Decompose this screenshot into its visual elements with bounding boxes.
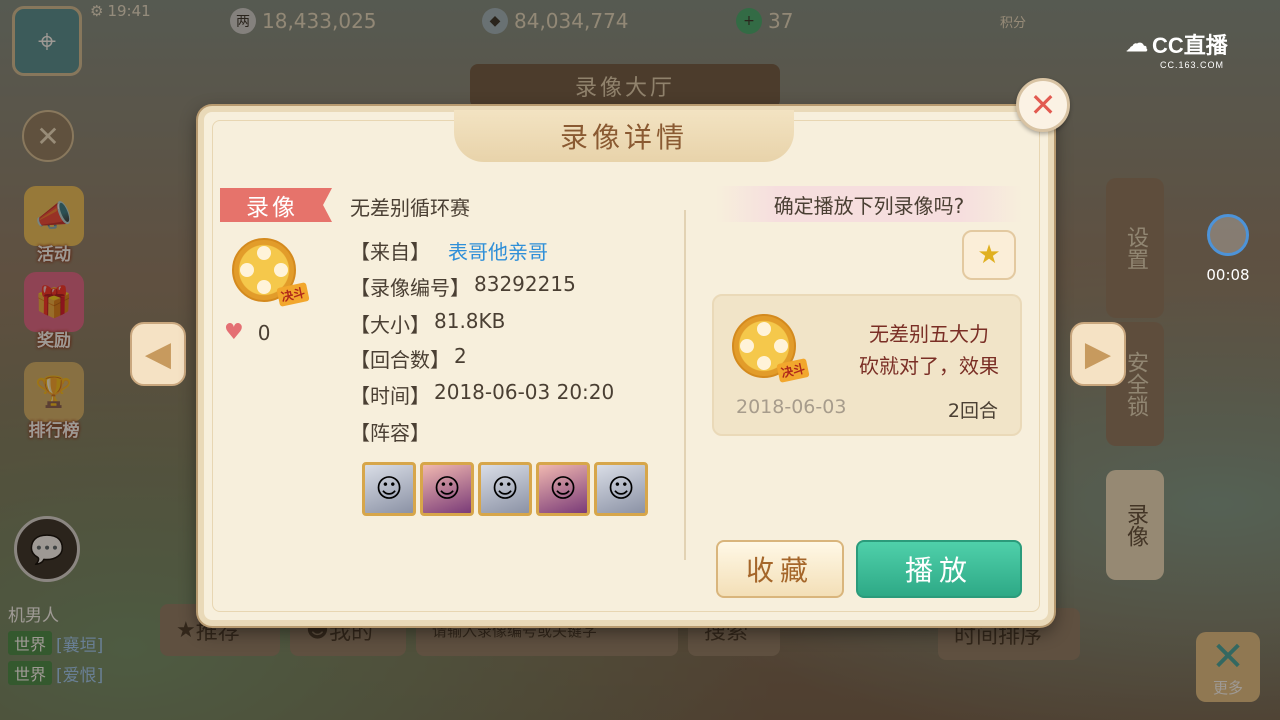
close-button[interactable]: ✕	[1016, 78, 1070, 132]
reel-hole	[274, 263, 288, 277]
confirm-text: 确定播放下列录像吗?	[773, 193, 965, 218]
arrow-right-icon: ▶	[1084, 334, 1112, 374]
id-label: 【录像编号】	[350, 276, 470, 300]
confirm-banner: 确定播放下列录像吗?	[716, 186, 1022, 222]
card-description: 无差别五大力 砍就对了，效果	[844, 318, 1014, 382]
hero-portrait[interactable]: ☺	[420, 462, 474, 516]
reel-hole	[240, 263, 254, 277]
favorite-button[interactable]: 收藏	[716, 540, 844, 598]
dialog-title: 录像详情	[559, 121, 688, 154]
time-label: 【时间】	[350, 384, 430, 408]
info-id: 【录像编号】 83292215	[350, 272, 576, 301]
play-label: 播放	[904, 554, 973, 587]
rounds-value: 2	[454, 344, 467, 368]
uploader-link[interactable]: 表哥他亲哥	[448, 236, 548, 265]
film-reel-icon: 决斗	[732, 310, 810, 386]
play-button[interactable]: 播放	[856, 540, 1022, 598]
lineup-label: 【阵容】	[350, 421, 430, 445]
ribbon-label: 录像	[246, 195, 298, 221]
card-date: 2018-06-03	[736, 396, 847, 418]
prev-arrow-button[interactable]: ◀	[130, 322, 186, 386]
favorite-label: 收藏	[745, 554, 814, 587]
size-label: 【大小】	[350, 313, 430, 337]
reel-hole	[257, 246, 271, 260]
dialog-divider	[684, 210, 686, 560]
watermark-brand: CC直播	[1152, 33, 1228, 58]
info-size: 【大小】 81.8KB	[350, 309, 505, 338]
reel-hole	[774, 339, 788, 353]
reel-hole	[740, 339, 754, 353]
purple-hair-hero-icon: ☺	[433, 474, 461, 504]
star-hand-icon: ★	[977, 240, 1001, 270]
dialog-title-bar: 录像详情	[454, 110, 794, 162]
info-from: 【来自】 表哥他亲哥	[350, 236, 548, 265]
time-value: 2018-06-03 20:20	[434, 380, 615, 404]
like-count: 0	[257, 320, 271, 345]
card-line-2: 砍就对了，效果	[859, 354, 999, 378]
watermark-url: CC.163.COM	[1160, 60, 1225, 70]
record-circle-icon	[1207, 214, 1249, 256]
next-arrow-button[interactable]: ▶	[1070, 322, 1126, 386]
info-lineup: 【阵容】	[350, 417, 430, 446]
hero-portrait[interactable]: ☺	[594, 462, 648, 516]
white-hair-hero-icon: ☺	[491, 474, 519, 504]
hero-portrait[interactable]: ☺	[362, 462, 416, 516]
recording-time: 00:08	[1206, 266, 1250, 284]
heart-icon: ♥	[224, 320, 244, 345]
info-time: 【时间】 2018-06-03 20:20	[350, 380, 614, 409]
lineup-portraits: ☺ ☺ ☺ ☺ ☺	[362, 462, 648, 516]
white-hair-hero-icon: ☺	[607, 474, 635, 504]
reel-hole	[757, 356, 771, 370]
white-hair-hero-icon: ☺	[375, 474, 403, 504]
cloud-icon: ☁	[1126, 31, 1148, 56]
replay-preview-card: 决斗 无差别五大力 砍就对了，效果 2018-06-03 2回合	[712, 294, 1022, 436]
hero-portrait[interactable]: ☺	[536, 462, 590, 516]
purple-hair-hero-icon: ☺	[549, 474, 577, 504]
hero-portrait[interactable]: ☺	[478, 462, 532, 516]
id-value: 83292215	[474, 272, 576, 296]
reel-hole	[757, 322, 771, 336]
arrow-left-icon: ◀	[144, 334, 172, 374]
like-counter[interactable]: ♥ 0	[224, 320, 270, 345]
film-reel-icon: 决斗	[232, 234, 310, 310]
info-rounds: 【回合数】 2	[350, 344, 467, 373]
close-icon: ✕	[1029, 86, 1057, 124]
replay-ribbon: 录像	[220, 188, 332, 222]
reel-hole	[257, 280, 271, 294]
stream-watermark: ☁ CC直播 CC.163.COM	[1126, 28, 1228, 70]
match-name: 无差别循环赛	[350, 196, 470, 220]
card-rounds: 2回合	[947, 400, 998, 422]
size-value: 81.8KB	[434, 309, 506, 333]
card-line-1: 无差别五大力	[869, 322, 989, 346]
recording-indicator: 00:08	[1196, 214, 1260, 284]
from-label: 【来自】	[350, 240, 430, 264]
rounds-label: 【回合数】	[350, 348, 450, 372]
share-button[interactable]: ★	[962, 230, 1016, 280]
